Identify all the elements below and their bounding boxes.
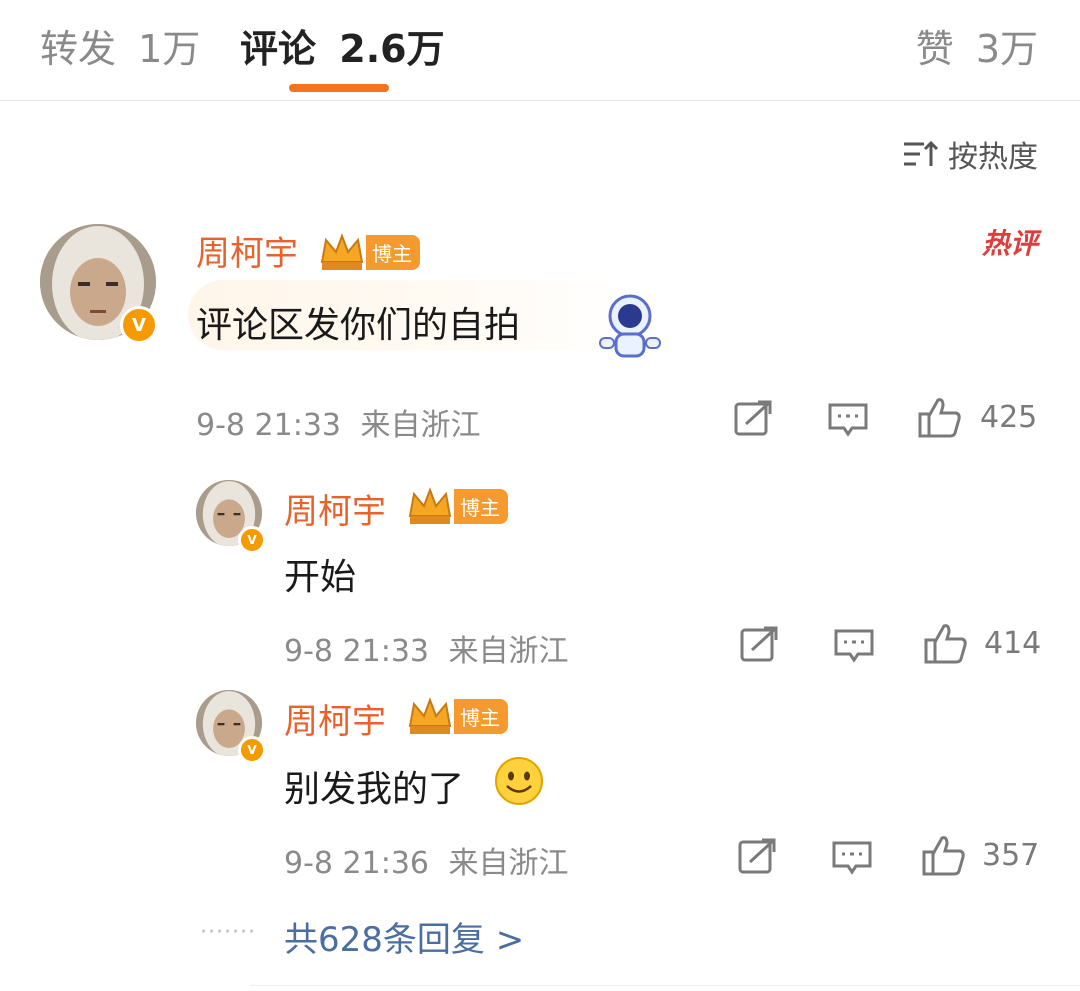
reply-verified-icon: V [238,526,266,554]
author-badge-label: 博主 [366,234,420,270]
tab-reposts[interactable]: 转发 1万 [40,18,200,73]
comment-icon[interactable] [834,628,874,664]
tab-reposts-label: 转发 [40,27,117,71]
like-icon[interactable] [922,834,966,876]
reply-text: 开始 [284,557,357,598]
crown-icon [408,487,452,524]
repost-icon[interactable] [734,400,774,436]
reply-time: 9-8 21:36 [284,846,429,881]
sort-button[interactable]: 按热度 [902,132,1038,176]
tab-comments-label: 评论 [240,27,317,71]
comment-icon[interactable] [828,402,868,438]
comment-location: 来自浙江 [360,408,481,443]
sort-label: 按热度 [948,140,1038,175]
tab-comments-count: 2.6万 [339,27,445,71]
username[interactable]: 周柯宇 [196,226,298,275]
tab-likes[interactable]: 赞 3万 [916,18,1038,73]
tab-reposts-count: 1万 [138,27,201,71]
like-count: 425 [980,400,1038,435]
more-replies-link[interactable]: 共628条回复 > [284,912,524,961]
reply-meta: 9-8 21:33 来自浙江 [284,626,569,670]
reply-location: 来自浙江 [448,846,569,881]
verified-icon: V [120,306,158,344]
reply-author-badge: 博主 [406,696,508,736]
divider-dots: ······· [200,920,256,945]
author-badge: 博主 [318,232,420,272]
reply-text: 别发我的了 [284,769,465,810]
sort-icon [904,140,938,166]
comment-time: 9-8 21:33 [196,408,341,443]
crown-icon [320,233,364,270]
tab-comments[interactable]: 评论 2.6万 [240,18,445,73]
reply-author-badge: 博主 [406,486,508,526]
crown-icon [408,697,452,734]
like-icon[interactable] [924,622,968,664]
reply-username[interactable]: 周柯宇 [284,484,386,533]
tab-likes-count: 3万 [975,27,1038,71]
astronaut-sticker-icon [599,294,661,358]
comment-text: 评论区发你们的自拍 [196,305,521,346]
comment-icon[interactable] [832,840,872,876]
reply-verified-icon: V [238,736,266,764]
reply-meta: 9-8 21:36 来自浙江 [284,838,569,882]
reply-author-badge-label: 博主 [454,698,508,734]
active-tab-indicator [289,84,389,92]
like-icon[interactable] [918,396,962,438]
divider [250,985,1080,986]
smile-emoji-icon [495,757,543,805]
reply-time: 9-8 21:33 [284,634,429,669]
reply-username[interactable]: 周柯宇 [284,694,386,743]
tab-likes-label: 赞 [915,27,954,71]
repost-icon[interactable] [740,626,780,662]
reply-location: 来自浙江 [448,634,569,669]
reply-like-count: 414 [984,626,1042,661]
comment-meta: 9-8 21:33 来自浙江 [196,400,481,444]
tab-bar: 转发 1万 评论 2.6万 赞 3万 [0,0,1080,101]
repost-icon[interactable] [738,838,778,874]
reply-author-badge-label: 博主 [454,488,508,524]
hot-comment-label: 热评 [981,227,1038,260]
reply-like-count: 357 [982,838,1040,873]
